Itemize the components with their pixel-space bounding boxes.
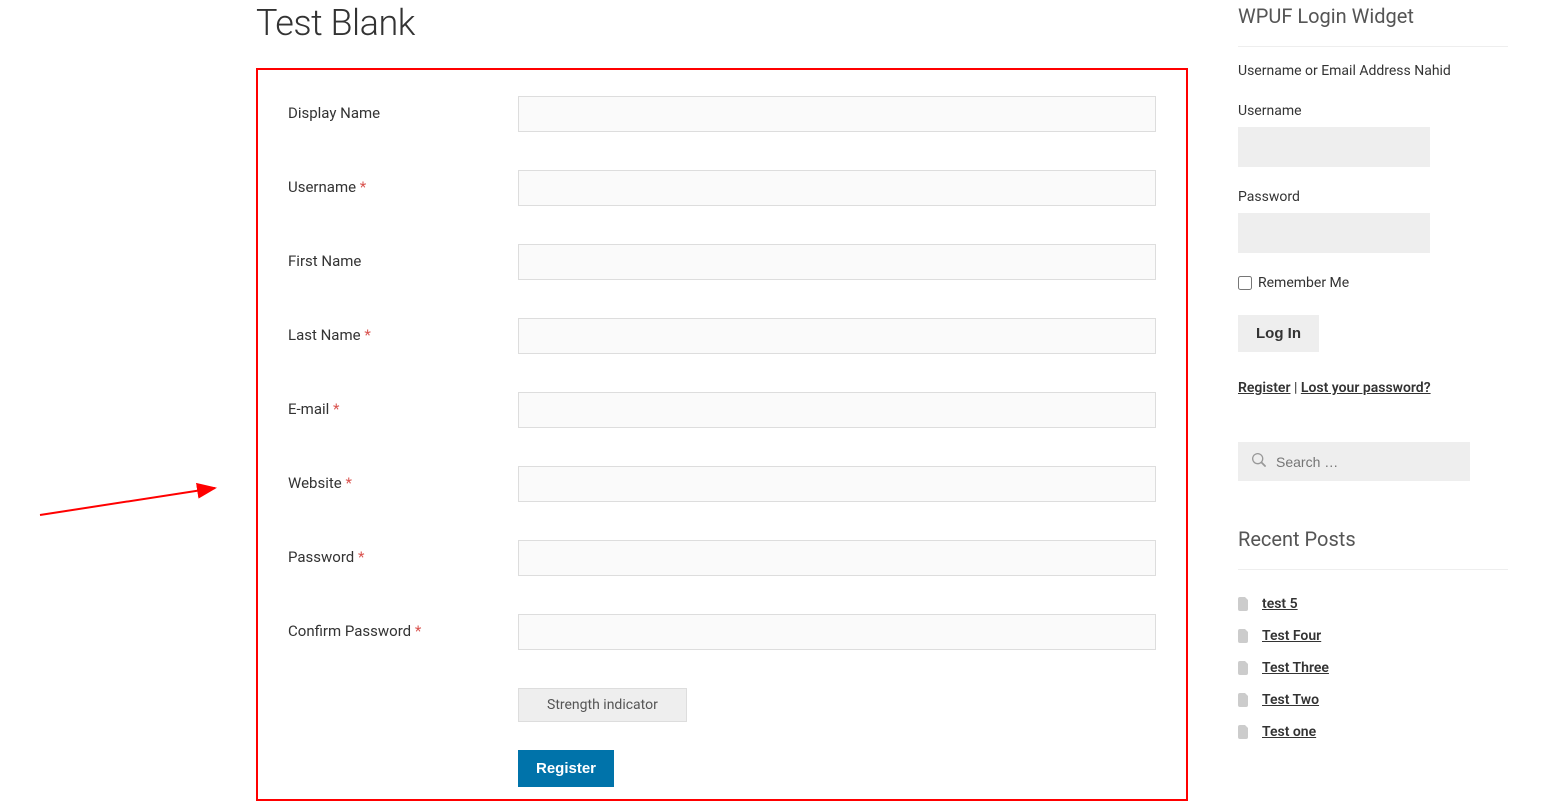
- email-label: E-mail *: [288, 392, 518, 418]
- list-item: Test Two: [1238, 684, 1508, 716]
- login-links: Register | Lost your password?: [1238, 380, 1508, 396]
- login-username-input[interactable]: [1238, 127, 1430, 167]
- post-link[interactable]: Test Three: [1262, 660, 1329, 676]
- document-icon: [1238, 725, 1250, 739]
- strength-indicator: Strength indicator: [518, 688, 687, 722]
- page-title: Test Blank: [256, 2, 1188, 44]
- display-name-label: Display Name: [288, 96, 518, 122]
- document-icon: [1238, 693, 1250, 707]
- register-link[interactable]: Register: [1238, 380, 1291, 396]
- remember-me-checkbox[interactable]: [1238, 276, 1252, 290]
- document-icon: [1238, 629, 1250, 643]
- login-password-input[interactable]: [1238, 213, 1430, 253]
- list-item: Test Three: [1238, 652, 1508, 684]
- confirm-password-input[interactable]: [518, 614, 1156, 650]
- login-username-label: Username: [1238, 103, 1508, 119]
- list-item: Test one: [1238, 716, 1508, 748]
- remember-me-label: Remember Me: [1258, 275, 1349, 291]
- password-label: Password *: [288, 540, 518, 566]
- last-name-label: Last Name *: [288, 318, 518, 344]
- display-name-input[interactable]: [518, 96, 1156, 132]
- confirm-password-label: Confirm Password *: [288, 614, 518, 640]
- sidebar: WPUF Login Widget Username or Email Addr…: [1238, 0, 1508, 801]
- password-input[interactable]: [518, 540, 1156, 576]
- email-input[interactable]: [518, 392, 1156, 428]
- search-input[interactable]: [1276, 454, 1457, 470]
- login-widget-title: WPUF Login Widget: [1238, 4, 1508, 47]
- search-box[interactable]: [1238, 442, 1470, 481]
- username-input[interactable]: [518, 170, 1156, 206]
- document-icon: [1238, 597, 1250, 611]
- post-link[interactable]: Test Four: [1262, 628, 1321, 644]
- login-widget-desc: Username or Email Address Nahid: [1238, 63, 1508, 79]
- list-item: Test Four: [1238, 620, 1508, 652]
- post-link[interactable]: test 5: [1262, 596, 1298, 612]
- post-link[interactable]: Test one: [1262, 724, 1316, 740]
- register-button[interactable]: Register: [518, 750, 614, 787]
- document-icon: [1238, 661, 1250, 675]
- main-content: Test Blank Display Name Username * First…: [40, 0, 1238, 801]
- search-icon: [1252, 452, 1266, 471]
- username-label: Username *: [288, 170, 518, 196]
- lost-password-link[interactable]: Lost your password?: [1301, 380, 1431, 396]
- recent-posts-title: Recent Posts: [1238, 527, 1508, 570]
- website-label: Website *: [288, 466, 518, 492]
- first-name-input[interactable]: [518, 244, 1156, 280]
- recent-posts-list: test 5 Test Four Test Three Test Two Tes…: [1238, 588, 1508, 748]
- first-name-label: First Name: [288, 244, 518, 270]
- list-item: test 5: [1238, 588, 1508, 620]
- website-input[interactable]: [518, 466, 1156, 502]
- registration-form: Display Name Username * First Name Last …: [256, 68, 1188, 801]
- last-name-input[interactable]: [518, 318, 1156, 354]
- post-link[interactable]: Test Two: [1262, 692, 1319, 708]
- login-button[interactable]: Log In: [1238, 315, 1319, 352]
- login-password-label: Password: [1238, 189, 1508, 205]
